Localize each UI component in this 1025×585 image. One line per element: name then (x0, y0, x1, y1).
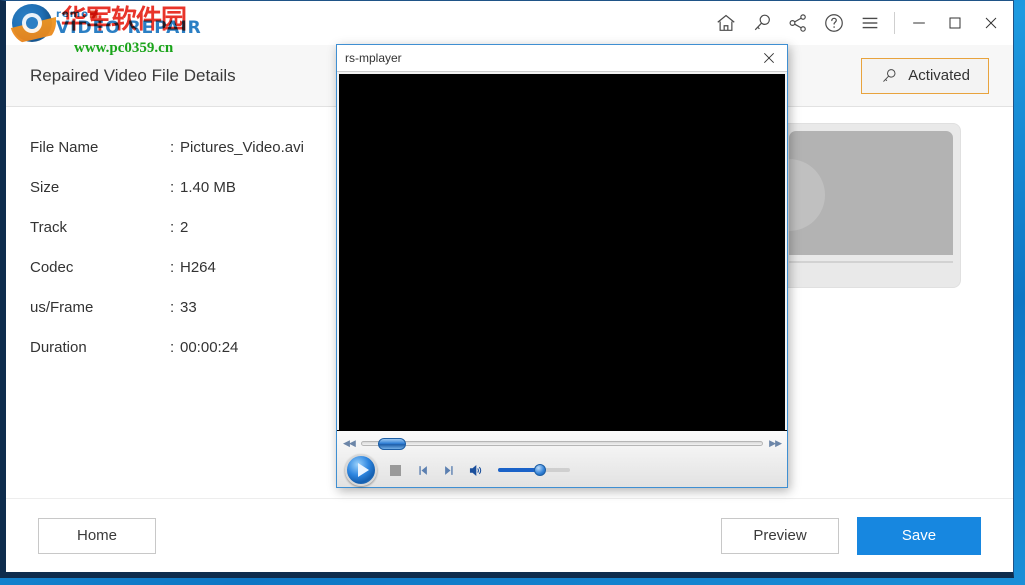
rewind-icon[interactable]: ◀◀ (343, 438, 355, 449)
volume-slider[interactable] (498, 468, 570, 472)
titlebar-divider (894, 12, 895, 34)
help-icon[interactable] (816, 1, 852, 45)
save-button[interactable]: Save (857, 517, 981, 555)
volume-icon[interactable] (467, 460, 485, 480)
seek-thumb[interactable] (378, 438, 406, 450)
key-icon (880, 67, 898, 85)
detail-separator: : (170, 139, 180, 156)
title-bar: remo■ VIDEO REPAIR www.pc0359.cn 华军软件园 (6, 1, 1013, 45)
detail-label: Codec (30, 259, 170, 276)
share-icon[interactable] (780, 1, 816, 45)
minimize-icon[interactable] (901, 1, 937, 45)
transport-buttons (343, 454, 781, 486)
detail-separator: : (170, 299, 180, 316)
brand-logo: remo■ VIDEO REPAIR www.pc0359.cn 华军软件园 (6, 1, 202, 45)
detail-label: File Name (30, 139, 170, 156)
seek-slider[interactable] (361, 441, 763, 446)
mplayer-title-bar[interactable]: rs-mplayer (337, 45, 787, 72)
player-controls: ◀◀ ▶▶ (337, 430, 787, 487)
previous-button[interactable] (413, 460, 431, 480)
seek-row: ◀◀ ▶▶ (343, 435, 781, 451)
footer-actions: Preview Save (721, 517, 981, 555)
activated-button[interactable]: Activated (861, 58, 989, 94)
maximize-icon[interactable] (937, 1, 973, 45)
detail-separator: : (170, 259, 180, 276)
page-title: Repaired Video File Details (30, 66, 236, 86)
remo-logo-icon (10, 1, 54, 45)
volume-thumb[interactable] (534, 464, 546, 476)
detail-separator: : (170, 339, 180, 356)
video-surface[interactable] (339, 74, 785, 430)
activated-label: Activated (908, 67, 970, 84)
detail-label: Size (30, 179, 170, 196)
next-button[interactable] (440, 460, 458, 480)
menu-icon[interactable] (852, 1, 888, 45)
home-icon[interactable] (708, 1, 744, 45)
mplayer-title-label: rs-mplayer (345, 51, 402, 65)
detail-label: Duration (30, 339, 170, 356)
close-icon[interactable] (755, 46, 783, 70)
fast-forward-icon[interactable]: ▶▶ (769, 438, 781, 449)
monitor-illustration (781, 123, 961, 288)
detail-label: us/Frame (30, 299, 170, 316)
detail-separator: : (170, 219, 180, 236)
mplayer-dialog: rs-mplayer ◀◀ ▶▶ (336, 44, 788, 488)
home-button[interactable]: Home (38, 518, 156, 554)
brand-url-label: www.pc0359.cn (74, 40, 173, 57)
footer-bar: Home Preview Save (6, 498, 1013, 572)
play-button[interactable] (345, 454, 377, 486)
stop-button[interactable] (386, 460, 404, 480)
detail-label: Track (30, 219, 170, 236)
detail-separator: : (170, 179, 180, 196)
preview-button[interactable]: Preview (721, 518, 839, 554)
watermark-text: 华军软件园 (61, 7, 186, 33)
titlebar-icon-group (708, 1, 1013, 45)
close-icon[interactable] (973, 1, 1009, 45)
key-icon[interactable] (744, 1, 780, 45)
